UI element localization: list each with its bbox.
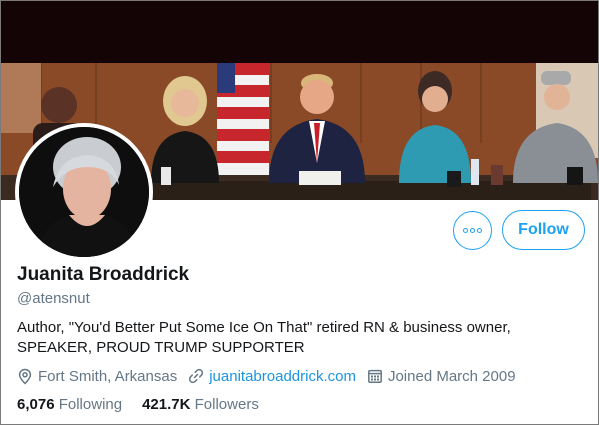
followers-stat[interactable]: 421.7K Followers	[142, 396, 259, 413]
followers-count: 421.7K	[142, 396, 191, 413]
join-date: Joined March 2009	[367, 368, 516, 385]
calendar-icon	[368, 369, 382, 383]
profile-stats: 6,076 Following 421.7K Followers	[17, 396, 279, 413]
following-stat[interactable]: 6,076 Following	[17, 396, 122, 413]
bio-line-1: Author, "You'd Better Put Some Ice On Th…	[17, 319, 511, 336]
website[interactable]: juanitabroaddrick.com	[188, 368, 356, 385]
following-count: 6,076	[17, 396, 55, 413]
location: Fort Smith, Arkansas	[17, 368, 177, 385]
profile-bio: Author, "You'd Better Put Some Ice On Th…	[17, 318, 582, 358]
more-options-button[interactable]	[453, 211, 492, 250]
followers-label: Followers	[194, 396, 259, 413]
profile-meta: Fort Smith, Arkansas juanitabroaddrick.c…	[17, 366, 527, 386]
more-dots-icon	[462, 228, 483, 233]
avatar-photo	[19, 127, 149, 257]
join-date-text: Joined March 2009	[387, 367, 516, 385]
link-icon	[189, 368, 204, 384]
location-text: Fort Smith, Arkansas	[38, 367, 178, 385]
bio-line-2: SPEAKER, PROUD TRUMP SUPPORTER	[17, 339, 305, 356]
location-pin-icon	[18, 368, 32, 385]
profile-handle: @atensnut	[17, 290, 90, 307]
banner-dark-band	[1, 1, 598, 63]
profile-name: Juanita Broaddrick	[17, 264, 190, 285]
following-label: Following	[58, 396, 123, 413]
avatar[interactable]	[15, 123, 153, 261]
follow-button[interactable]: Follow	[502, 210, 585, 250]
website-link[interactable]: juanitabroaddrick.com	[209, 368, 356, 385]
